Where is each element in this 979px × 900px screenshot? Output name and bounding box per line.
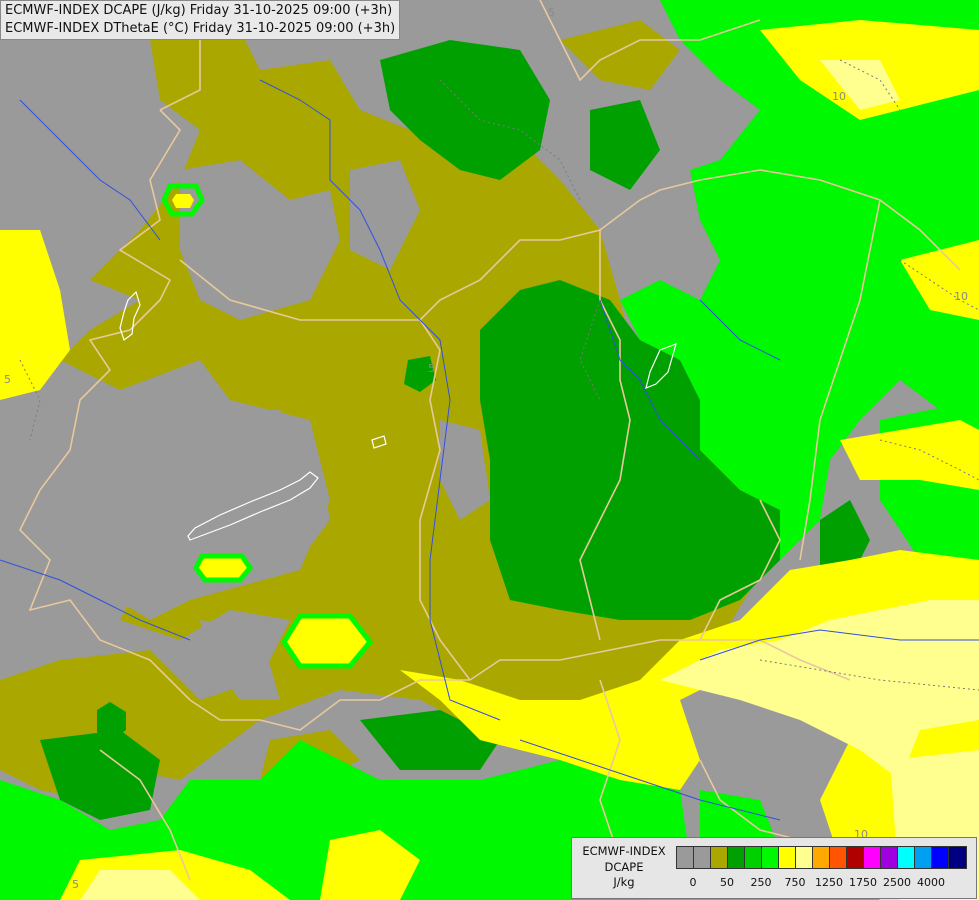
legend-swatch [864,847,881,868]
legend-swatch [677,847,694,868]
legend-line3: J/kg [613,875,635,889]
legend-swatch [932,847,949,868]
legend-swatch [898,847,915,868]
legend-swatch [915,847,932,868]
legend-line2: DCAPE [604,859,644,874]
legend-tick-label: 750 [784,876,806,889]
legend-tick-label: 1750 [849,876,877,889]
legend-tick-label: 4000 [917,876,945,889]
legend-tick-label: 0 [689,876,697,889]
legend-swatch [813,847,830,868]
legend-tick-label: 2500 [883,876,911,889]
legend-swatch [694,847,711,868]
title-line-dthetae: ECMWF-INDEX DThetaE (°C) Friday 31-10-20… [5,21,396,36]
legend-swatch [830,847,847,868]
contour-label: 10 [954,290,968,303]
legend-tick-label: 250 [750,876,772,889]
contour-label: 5 [72,878,79,891]
contour-label: 5 [4,373,11,386]
legend-swatch [779,847,796,868]
legend-swatches [676,846,967,869]
legend-swatch [949,847,966,868]
legend-swatch [745,847,762,868]
contour-label: 5 [548,6,555,19]
title-line-dcape: ECMWF-INDEX DCAPE (J/kg) Friday 31-10-20… [5,3,393,18]
legend-tick-label: 1250 [815,876,843,889]
legend-tick-label: 50 [720,876,734,889]
legend-title: ECMWF-INDEX DCAPE J/kg [576,844,672,891]
legend-swatch [881,847,898,868]
legend-line1: ECMWF-INDEX [582,844,666,858]
contour-label: 5 [428,362,435,375]
contour-label: 10 [832,90,846,103]
color-legend: ECMWF-INDEX DCAPE J/kg 0 50 250 750 1250 1750… [571,837,977,899]
legend-swatch [796,847,813,868]
legend-swatch [711,847,728,868]
dcape-map: 5 5 10 10 5 10 5 [0,0,979,900]
small-yellow-blob [172,194,194,208]
map-title: ECMWF-INDEX DCAPE (J/kg) Friday 31-10-20… [0,0,401,40]
legend-swatch [728,847,745,868]
legend-swatch [847,847,864,868]
legend-swatch [762,847,779,868]
